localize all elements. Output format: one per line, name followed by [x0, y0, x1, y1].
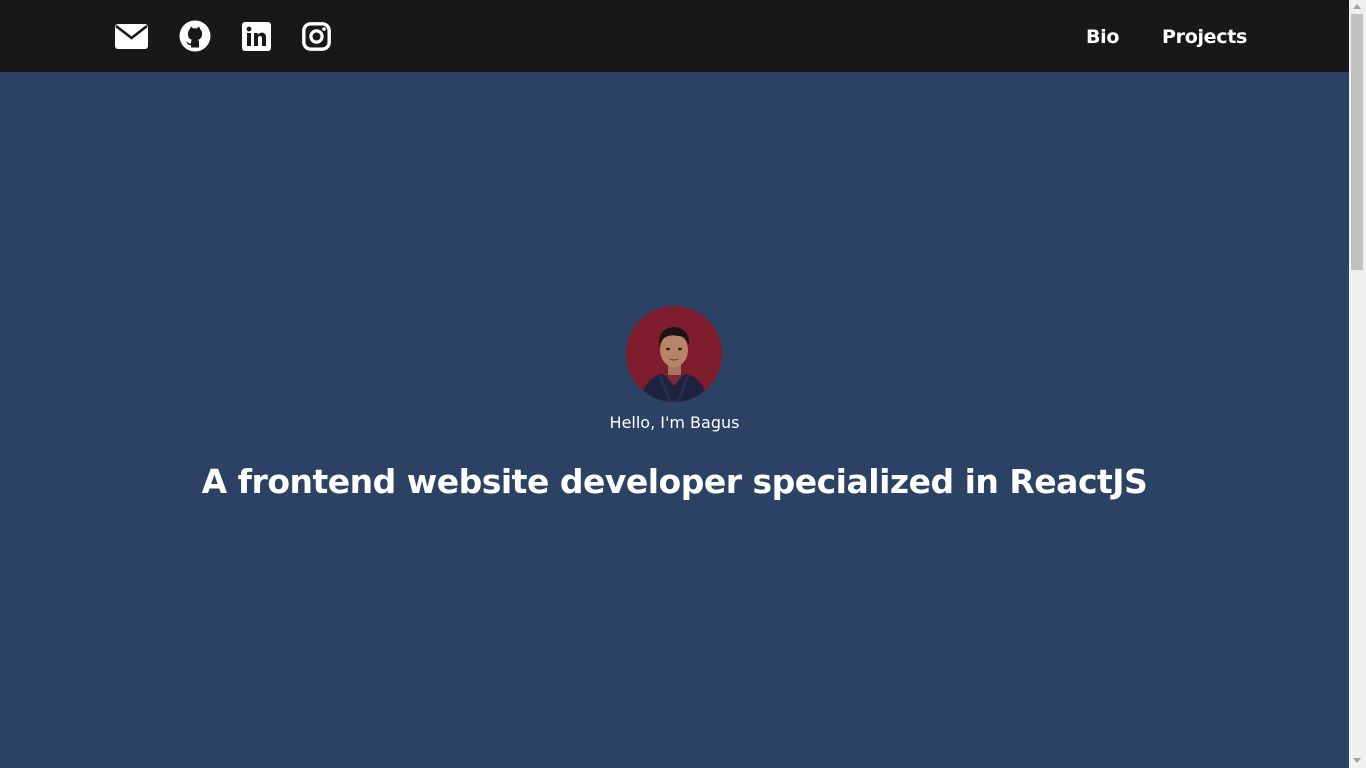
envelope-icon	[114, 23, 148, 49]
scroll-down-arrow-icon[interactable]	[1353, 758, 1361, 763]
vertical-scrollbar[interactable]	[1349, 0, 1366, 768]
github-link[interactable]	[178, 0, 212, 72]
scrollbar-thumb[interactable]	[1351, 14, 1363, 270]
profile-photo	[626, 306, 722, 402]
page-title: A frontend website developer specialized…	[201, 462, 1148, 501]
instagram-link[interactable]	[301, 0, 331, 72]
nav-link-bio[interactable]: Bio	[1086, 24, 1119, 50]
linkedin-icon	[241, 21, 271, 51]
linkedin-link[interactable]	[241, 0, 271, 72]
scroll-up-arrow-icon[interactable]	[1353, 4, 1361, 9]
top-navbar: Bio Projects	[0, 0, 1349, 72]
avatar	[626, 306, 722, 402]
github-icon	[179, 20, 211, 52]
email-link[interactable]	[114, 0, 148, 72]
instagram-icon	[301, 21, 331, 51]
nav-link-projects[interactable]: Projects	[1162, 24, 1247, 50]
greeting-text: Hello, I'm Bagus	[609, 413, 740, 432]
